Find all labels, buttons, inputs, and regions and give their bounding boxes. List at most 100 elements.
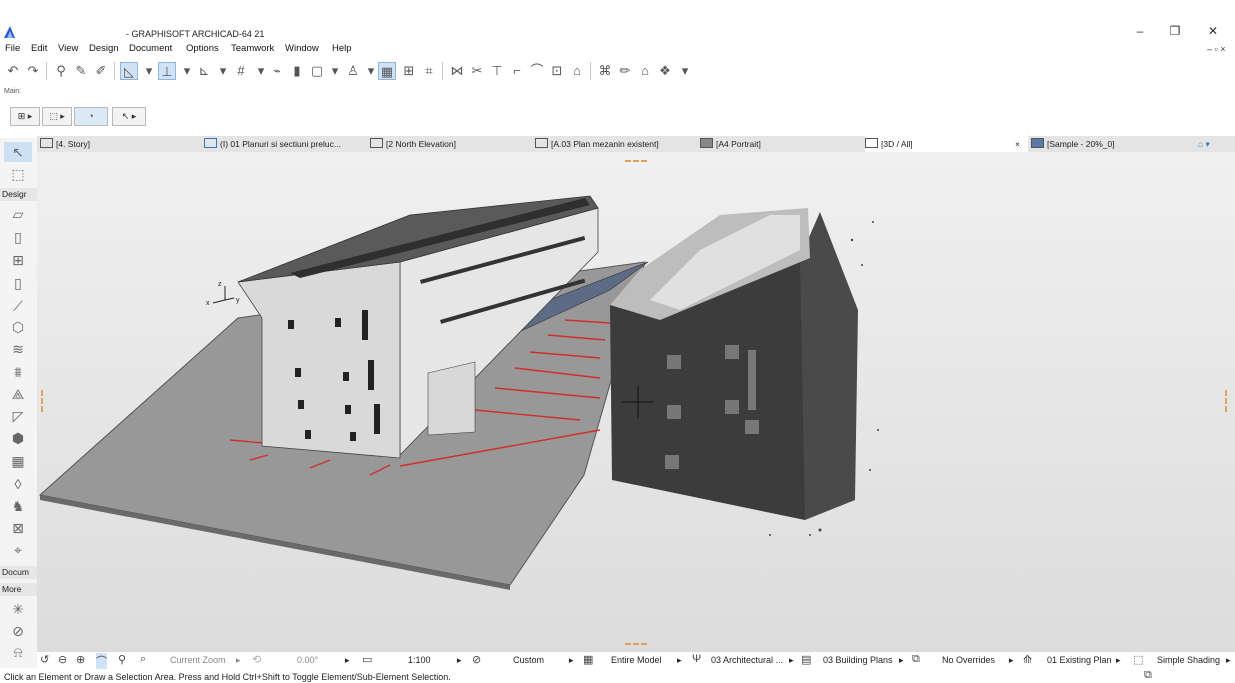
menu-help[interactable]: Help (332, 43, 352, 54)
3d-viewport[interactable]: z x y (37, 152, 1235, 652)
figure-tool-icon[interactable]: ⍾ (4, 642, 32, 662)
tab-north-elevation[interactable]: [2 North Elevation] (370, 136, 530, 152)
trim-icon[interactable]: ✂ (468, 62, 486, 80)
adjust-icon[interactable]: ⊤ (488, 62, 506, 80)
3d-cutaway-icon[interactable]: ▦ (378, 62, 396, 80)
graphic-override-value[interactable]: No Overrides (942, 655, 995, 665)
marquee-tool-icon[interactable]: ⬚ (4, 164, 32, 184)
rotation-angle[interactable]: 0.00° (297, 655, 318, 665)
lamp-tool-icon[interactable]: ✳ (4, 599, 32, 619)
3d-style-icon[interactable]: ✏ (616, 62, 634, 80)
scale-menu-arrow-icon[interactable]: ▸ (457, 655, 462, 666)
close-button[interactable]: ✕ (1198, 24, 1228, 40)
model-view-value[interactable]: Entire Model (611, 655, 662, 665)
figure-icon[interactable]: ♙ (344, 62, 362, 80)
stair-tool-icon[interactable]: ≋ (4, 339, 32, 359)
orbit-nav-icon[interactable]: ⌒ (96, 653, 107, 669)
intersect-icon[interactable]: ⌐ (508, 62, 526, 80)
layer-combination-icon[interactable]: Ψ (692, 653, 701, 665)
mesh-tool-icon[interactable]: ⬢ (4, 428, 32, 448)
menu-design[interactable]: Design (89, 43, 119, 54)
scale-icon[interactable]: ▭ (362, 653, 372, 666)
trace-icon[interactable]: ⌁ (268, 62, 286, 80)
tab-point-cloud-sample[interactable]: [Sample - 20%_0] (1031, 136, 1191, 152)
dropdown-arrow-icon[interactable]: ▾ (676, 62, 694, 80)
eyedropper-icon[interactable]: ✎ (72, 62, 90, 80)
window-tool-icon[interactable]: ⊞ (4, 250, 32, 270)
menu-window[interactable]: Window (285, 43, 319, 54)
dimension-menu-arrow-icon[interactable]: ▸ (899, 655, 904, 666)
dimension-standard-value[interactable]: 03 Building Plans (823, 655, 893, 665)
pick-up-parameters-icon[interactable]: ⚲ (52, 62, 70, 80)
tab-worksheet[interactable]: (I) 01 Planuri si sectiuni preluc... (204, 136, 366, 152)
model-view-menu-arrow-icon[interactable]: ▸ (677, 655, 682, 666)
menu-view[interactable]: View (58, 43, 78, 54)
roof-tool-icon[interactable]: ⟁ (4, 384, 32, 404)
restore-button[interactable]: ❐ (1160, 24, 1190, 40)
select-icon[interactable]: ▢ (308, 62, 326, 80)
renovation-filter-value[interactable]: 01 Existing Plan (1047, 655, 1112, 665)
renovation-menu-arrow-icon[interactable]: ▸ (1116, 655, 1121, 666)
zone-tool-icon[interactable]: ⊠ (4, 518, 32, 538)
tab-story[interactable]: [4. Story] (40, 136, 200, 152)
info-box-toggle-button[interactable]: ⊞ ▸ (10, 107, 40, 126)
current-zoom-label[interactable]: Current Zoom (170, 655, 226, 665)
pen-set-menu-arrow-icon[interactable]: ▸ (569, 655, 574, 666)
object-tool-icon[interactable]: ♞ (4, 496, 32, 516)
orbit-button[interactable]: ◔ (74, 107, 108, 126)
menu-edit[interactable]: Edit (31, 43, 47, 54)
tab-a4-portrait[interactable]: [A4 Portrait] (700, 136, 860, 152)
graphic-override-icon[interactable]: ⧉ (912, 653, 920, 666)
solid-operations-icon[interactable]: ⌂ (568, 62, 586, 80)
3d-model-canvas[interactable]: z x y (37, 152, 1235, 652)
zoom-in-icon[interactable]: ⊕ (76, 653, 85, 666)
column-tool-icon[interactable]: ▯ (4, 273, 32, 293)
pen-set-icon[interactable]: ⊘ (472, 653, 481, 666)
renovation-filter-icon[interactable]: ⟰ (1023, 653, 1032, 666)
syringe-icon[interactable]: ✐ (92, 62, 110, 80)
dimension-standard-icon[interactable]: ▤ (801, 653, 811, 666)
menu-document[interactable]: Document (129, 43, 172, 54)
toolbox-group-more[interactable]: More (0, 583, 37, 596)
document-window-controls[interactable]: – ▫ × (1207, 44, 1225, 54)
tab-3d-all[interactable]: [3D / All] × (865, 136, 1028, 152)
menu-file[interactable]: File (5, 43, 20, 54)
split-icon[interactable]: ⊡ (548, 62, 566, 80)
minimize-button[interactable]: – (1125, 24, 1155, 40)
marquee-button[interactable]: ⬚ ▸ (42, 107, 72, 126)
dropdown-arrow-icon[interactable]: ▾ (178, 62, 196, 80)
shading-icon[interactable]: ⬚ (1133, 653, 1143, 666)
navigation-back-icon[interactable]: ↺ (40, 653, 49, 666)
layer-icon[interactable]: ▮ (288, 62, 306, 80)
close-tab-icon[interactable]: × (1015, 136, 1020, 152)
dropdown-arrow-icon[interactable]: ▾ (214, 62, 232, 80)
orbit-icon[interactable]: ❖ (656, 62, 674, 80)
connect-icon[interactable]: ⋈ (448, 62, 466, 80)
menu-teamwork[interactable]: Teamwork (231, 43, 274, 54)
tab-plan-mezanin[interactable]: [A.03 Plan mezanin existent] (535, 136, 695, 152)
tab-list-menu-icon[interactable]: ⌂ ▾ (1198, 136, 1234, 152)
slab-tool-icon[interactable]: ⬡ (4, 317, 32, 337)
fit-in-window-icon[interactable]: ⌕ (140, 653, 146, 666)
dropdown-arrow-icon[interactable]: ▾ (326, 62, 344, 80)
arrow-select-button[interactable]: ↖ ▸ (112, 107, 146, 126)
3d-navigation-icon[interactable]: ⌘ (596, 62, 614, 80)
shading-menu-arrow-icon[interactable]: ▸ (1226, 655, 1231, 666)
radial-dimension-tool-icon[interactable]: ⊘ (4, 621, 32, 641)
beam-tool-icon[interactable]: ⟋ (4, 296, 32, 316)
redo-icon[interactable]: ↷ (24, 62, 42, 80)
zoom-menu-arrow-icon[interactable]: ▸ (236, 655, 241, 666)
curtain-wall-tool-icon[interactable]: ▦ (4, 451, 32, 471)
override-menu-arrow-icon[interactable]: ▸ (1009, 655, 1014, 666)
window-resize-icon[interactable]: ⧉ (1144, 669, 1152, 682)
scale-value[interactable]: 1:100 (408, 655, 431, 665)
toolbox-group-design[interactable]: Desigr (0, 188, 37, 201)
zoom-out-icon[interactable]: ⊖ (58, 653, 67, 666)
model-view-icon[interactable]: ▦ (583, 653, 593, 666)
arrow-tool-icon[interactable]: ↖ (4, 142, 32, 162)
door-tool-icon[interactable]: ▯ (4, 227, 32, 247)
fillet-icon[interactable]: ⌒ (528, 62, 546, 80)
3d-cut-planes-icon[interactable]: ⊞ (400, 62, 418, 80)
undo-icon[interactable]: ↶ (4, 62, 22, 80)
shading-value[interactable]: Simple Shading (1157, 655, 1220, 665)
